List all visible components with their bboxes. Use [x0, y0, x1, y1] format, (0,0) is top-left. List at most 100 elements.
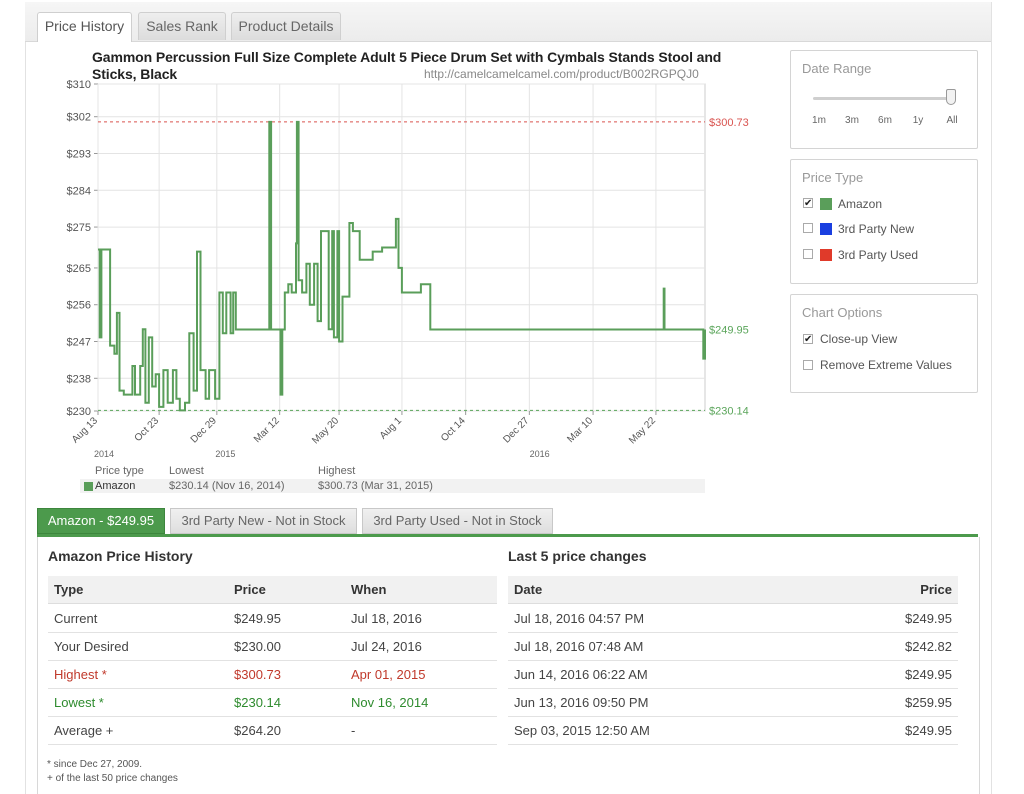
x-tick-label: Dec 29	[189, 415, 219, 445]
tab-amazon-price[interactable]: Amazon - $249.95	[37, 508, 165, 534]
swatch-amazon	[820, 198, 832, 210]
range-option-all[interactable]: All	[937, 115, 967, 126]
change-date: Sep 03, 2015 12:50 AM	[514, 723, 650, 738]
history-when: Nov 16, 2014	[351, 695, 429, 710]
close-up-view-label[interactable]: Close-up View	[820, 332, 897, 346]
price-type-amazon-label[interactable]: Amazon	[838, 197, 882, 211]
checkbox-3rd-party-used[interactable]	[803, 249, 813, 259]
date-range-slider-handle[interactable]	[946, 89, 956, 105]
price-type-panel: Price Type ✔ Amazon 3rd Party New 3rd Pa…	[790, 159, 978, 284]
history-type: Average +	[54, 723, 114, 738]
x-tick-label: May 22	[627, 415, 658, 446]
x-tick-label: Dec 27	[501, 415, 531, 445]
change-date: Jul 18, 2016 07:48 AM	[514, 639, 644, 654]
date-range-title: Date Range	[802, 61, 872, 76]
remove-extreme-values-label[interactable]: Remove Extreme Values	[820, 358, 952, 372]
checkbox-close-up-view[interactable]: ✔	[803, 334, 813, 345]
history-type: Current	[54, 611, 98, 626]
year-label: 2015	[215, 449, 235, 459]
price-type-3rd-party-used-label[interactable]: 3rd Party Used	[838, 248, 918, 262]
table-row: Highest * $300.73 Apr 01, 2015	[48, 660, 497, 689]
y-tick-label: $275	[67, 222, 91, 234]
legend-header-type: Price type	[95, 465, 144, 477]
checkbox-amazon[interactable]: ✔	[803, 198, 813, 209]
legend-header-lowest: Lowest	[169, 465, 204, 477]
table-row: Current $249.95 Jul 18, 2016	[48, 604, 497, 633]
footnote-last-50: + of the last 50 price changes	[47, 773, 178, 784]
tab-price-history[interactable]: Price History	[37, 12, 132, 42]
legend-amazon-label: Amazon	[95, 480, 136, 492]
year-label: 2016	[530, 449, 550, 459]
legend-amazon-lowest: $230.14 (Nov 16, 2014)	[169, 480, 285, 492]
date-range-slider[interactable]	[813, 97, 955, 100]
x-tick-label: Oct 23	[133, 415, 162, 444]
price-chart: $310 $302 $293 $284 $275 $265 $256 $247 $238 $230…	[67, 79, 749, 459]
history-price: $249.95	[234, 611, 281, 626]
amazon-price-history-title: Amazon Price History	[48, 548, 193, 564]
history-when: Jul 24, 2016	[351, 639, 422, 654]
legend-header-highest: Highest	[318, 465, 356, 477]
history-price: $264.20	[234, 723, 281, 738]
table-row: Jul 18, 2016 07:48 AM $242.82	[508, 632, 958, 661]
history-price: $230.14	[234, 695, 281, 710]
change-date: Jun 14, 2016 06:22 AM	[514, 667, 648, 682]
change-price: $249.95	[905, 667, 952, 682]
range-option-1m[interactable]: 1m	[804, 115, 834, 126]
price-type-3rd-party-new-label[interactable]: 3rd Party New	[838, 222, 914, 236]
x-tick-label: May 20	[310, 415, 341, 446]
changes-header-date: Date	[514, 582, 543, 597]
change-price: $259.95	[905, 695, 952, 710]
footnote-since: * since Dec 27, 2009.	[47, 759, 143, 770]
checkbox-3rd-party-new[interactable]	[803, 223, 813, 233]
y-tick-label: $230	[67, 406, 91, 418]
y-tick-label: $310	[67, 79, 91, 91]
tab-sales-rank[interactable]: Sales Rank	[138, 12, 226, 40]
history-price: $300.73	[234, 667, 281, 682]
y-tick-label: $265	[67, 263, 91, 275]
range-option-3m[interactable]: 3m	[837, 115, 867, 126]
x-tick-label: Mar 10	[565, 415, 595, 445]
reference-label: $300.73	[709, 117, 749, 129]
tab-product-details[interactable]: Product Details	[231, 12, 341, 40]
y-tick-label: $302	[67, 112, 91, 124]
table-row: Your Desired $230.00 Jul 24, 2016	[48, 632, 497, 661]
history-when: Apr 01, 2015	[351, 667, 426, 682]
table-row: Average + $264.20 -	[48, 716, 497, 745]
x-tick-label: Aug 1	[378, 415, 405, 442]
changes-table-header: Date Price	[508, 576, 958, 604]
y-tick-label: $256	[67, 300, 91, 312]
change-price: $242.82	[905, 639, 952, 654]
history-type: Highest *	[54, 667, 107, 682]
change-price: $249.95	[905, 611, 952, 626]
checkbox-remove-extreme-values[interactable]	[803, 360, 813, 370]
change-date: Jun 13, 2016 09:50 PM	[514, 695, 649, 710]
x-tick-label: Oct 14	[439, 415, 468, 444]
history-type: Your Desired	[54, 639, 129, 654]
legend-amazon-highest: $300.73 (Mar 31, 2015)	[318, 480, 433, 492]
tab-3rd-party-new[interactable]: 3rd Party New - Not in Stock	[170, 508, 357, 534]
range-option-1y[interactable]: 1y	[903, 115, 933, 126]
y-tick-label: $293	[67, 148, 91, 160]
history-header-type: Type	[54, 582, 84, 597]
history-when: -	[351, 723, 356, 738]
change-price: $249.95	[905, 723, 952, 738]
y-tick-label: $284	[67, 185, 91, 197]
last-5-changes-title: Last 5 price changes	[508, 548, 647, 564]
y-tick-label: $238	[67, 373, 91, 385]
year-label: 2014	[94, 449, 114, 459]
history-when: Jul 18, 2016	[351, 611, 422, 626]
range-option-6m[interactable]: 6m	[870, 115, 900, 126]
history-type: Lowest *	[54, 695, 104, 710]
x-tick-label: Mar 12	[252, 415, 282, 445]
table-row: Sep 03, 2015 12:50 AM $249.95	[508, 716, 958, 745]
table-row: Lowest * $230.14 Nov 16, 2014	[48, 688, 497, 717]
current-price-label: $249.95	[709, 324, 749, 336]
tab-3rd-party-used[interactable]: 3rd Party Used - Not in Stock	[362, 508, 553, 534]
swatch-3rd-party-used	[820, 249, 832, 261]
change-date: Jul 18, 2016 04:57 PM	[514, 611, 645, 626]
table-row: Jun 14, 2016 06:22 AM $249.95	[508, 660, 958, 689]
table-row: Jun 13, 2016 09:50 PM $259.95	[508, 688, 958, 717]
legend-swatch-amazon	[84, 482, 93, 491]
x-tick-label: Aug 13	[70, 415, 100, 445]
reference-label: $230.14	[709, 405, 749, 417]
